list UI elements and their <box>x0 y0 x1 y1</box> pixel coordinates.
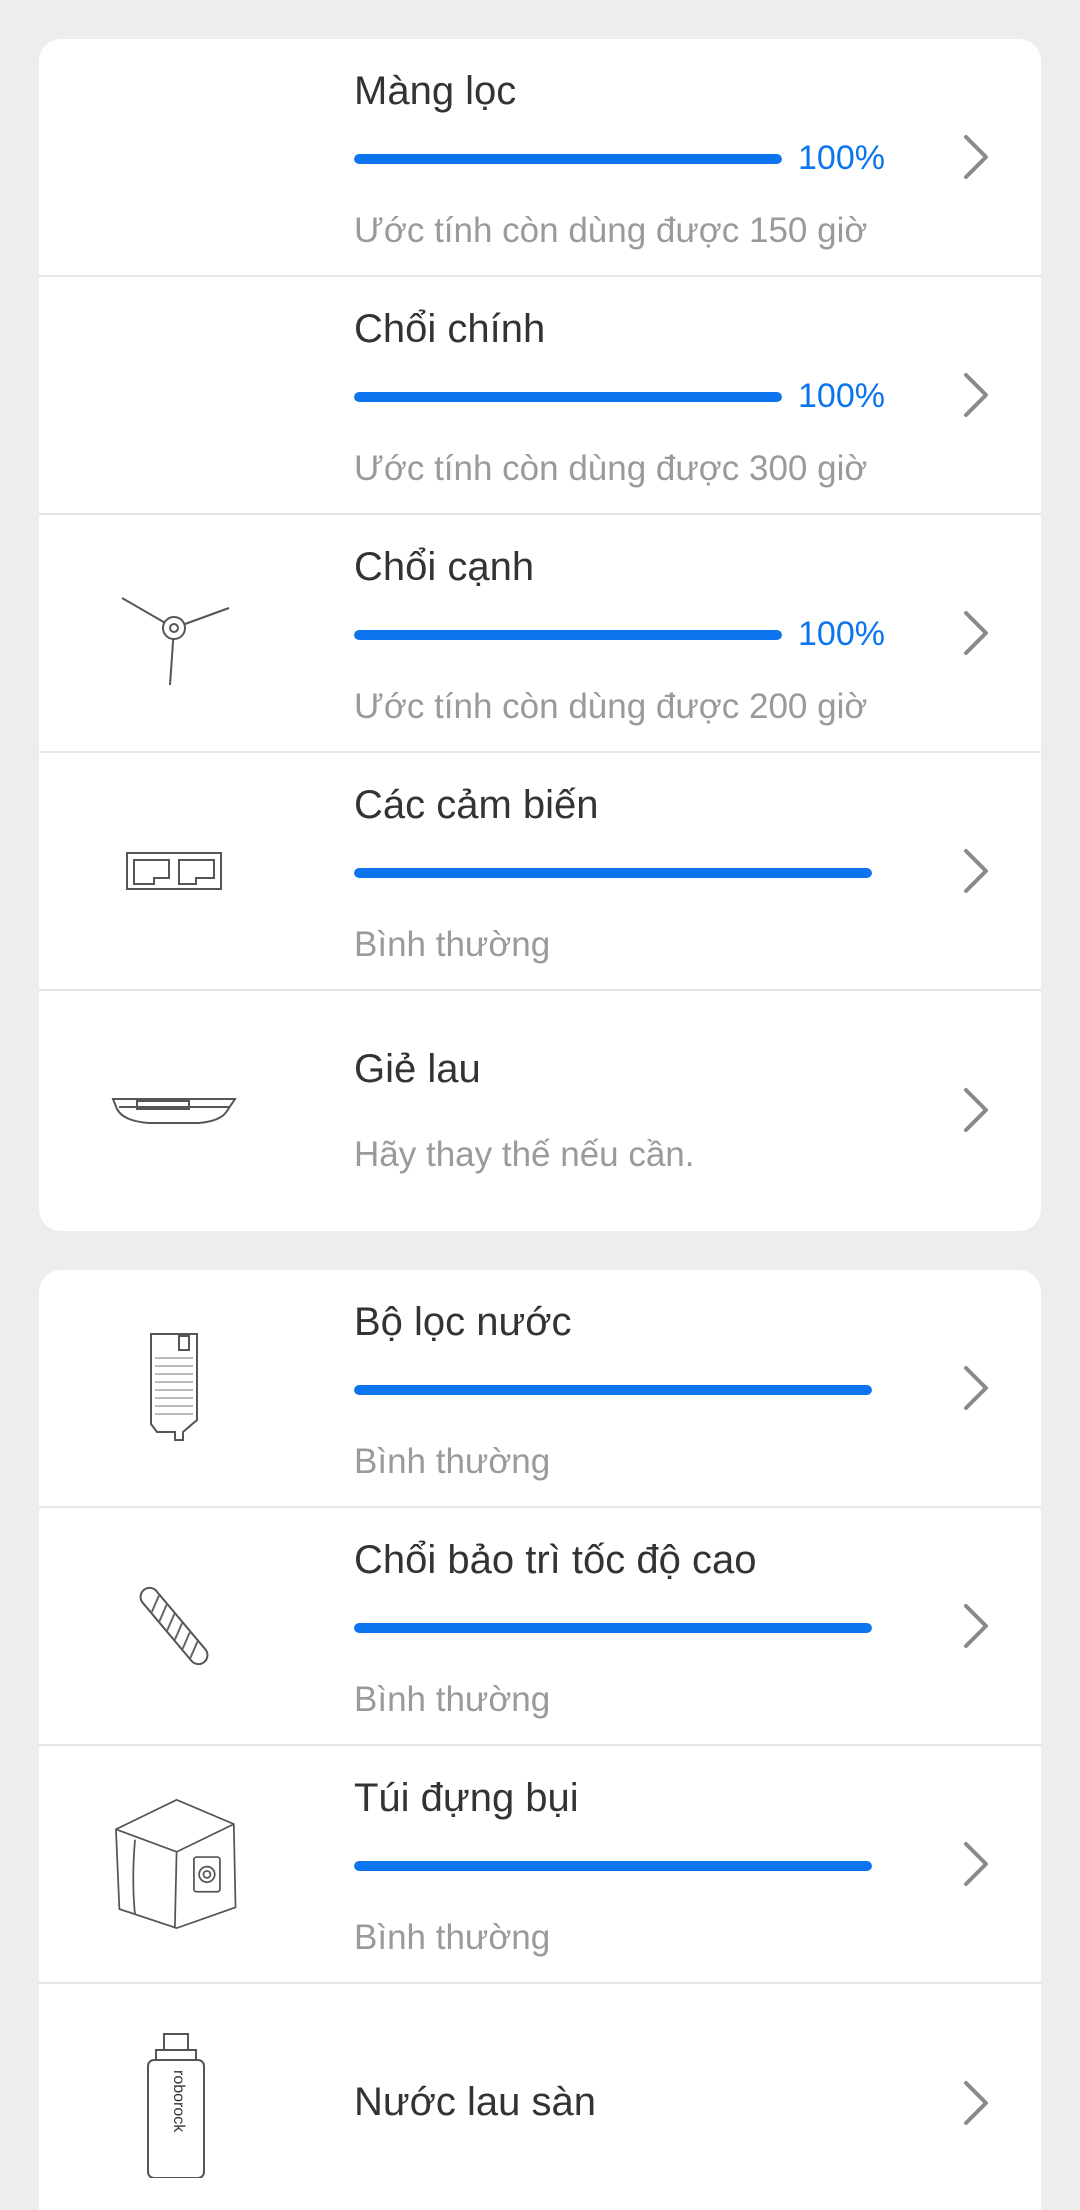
item-subtitle: Ước tính còn dùng được 200 giờ <box>354 687 868 726</box>
chevron-right-icon <box>964 135 988 179</box>
chevron-right-icon <box>964 373 988 417</box>
item-title: Giẻ lau <box>354 1047 481 1091</box>
progress-bar <box>354 1861 872 1871</box>
progress-bar <box>354 154 782 164</box>
progress-bar <box>354 1385 872 1395</box>
chevron-right-icon <box>964 611 988 655</box>
sensor-icon <box>109 796 239 946</box>
item-subtitle: Bình thường <box>354 1680 551 1719</box>
side-brush-icon <box>109 558 239 708</box>
progress-bar <box>354 392 782 402</box>
item-subtitle: Ước tính còn dùng được 150 giờ <box>354 211 868 250</box>
consumable-row-sensors[interactable]: Các cảm biến Bình thường <box>39 753 1041 991</box>
bottle-brand-text: roborock <box>170 2070 187 2133</box>
chevron-right-icon <box>964 849 988 893</box>
item-subtitle: Bình thường <box>354 1918 551 1957</box>
consumable-row-main-brush[interactable]: Chổi chính 100% Ước tính còn dùng được 3… <box>39 277 1041 515</box>
chevron-right-icon <box>964 1088 988 1132</box>
item-title: Chổi chính <box>354 307 546 351</box>
consumables-card-1: Màng lọc 100% Ước tính còn dùng được 150… <box>39 39 1041 1231</box>
maintenance-brush-icon <box>109 1551 239 1701</box>
consumable-row-maintenance-brush[interactable]: Chổi bảo trì tốc độ cao Bình thường <box>39 1508 1041 1746</box>
consumable-row-mop-cloth[interactable]: Giẻ lau Hãy thay thế nếu cần. <box>39 991 1041 1229</box>
filter-icon <box>109 82 239 232</box>
consumable-row-filter[interactable]: Màng lọc 100% Ước tính còn dùng được 150… <box>39 39 1041 277</box>
item-title: Nước lau sàn <box>354 2080 596 2124</box>
consumable-row-side-brush[interactable]: Chổi cạnh 100% Ước tính còn dùng được 20… <box>39 515 1041 753</box>
main-brush-icon <box>109 320 239 470</box>
item-title: Các cảm biến <box>354 783 599 827</box>
progress-bar <box>354 868 872 878</box>
consumable-row-dust-bag[interactable]: Túi đựng bụi Bình thường <box>39 1746 1041 1984</box>
dust-bag-icon <box>109 1789 239 1939</box>
progress-bar <box>354 1623 872 1633</box>
consumable-row-water-filter[interactable]: Bộ lọc nước Bình thường <box>39 1270 1041 1508</box>
floor-cleaner-bottle-icon: roborock <box>109 2028 239 2178</box>
consumable-row-floor-cleaner[interactable]: roborock Nước lau sàn <box>39 1984 1041 2210</box>
percent-label: 100% <box>798 615 885 653</box>
chevron-right-icon <box>964 1366 988 1410</box>
chevron-right-icon <box>964 1604 988 1648</box>
item-title: Chổi bảo trì tốc độ cao <box>354 1538 757 1582</box>
item-title: Túi đựng bụi <box>354 1776 579 1820</box>
item-title: Chổi cạnh <box>354 545 535 589</box>
item-subtitle: Ước tính còn dùng được 300 giờ <box>354 449 868 488</box>
item-subtitle: Hãy thay thế nếu cần. <box>354 1135 695 1174</box>
item-title: Bộ lọc nước <box>354 1300 572 1344</box>
item-subtitle: Bình thường <box>354 925 551 964</box>
chevron-right-icon <box>964 2081 988 2125</box>
chevron-right-icon <box>964 1842 988 1886</box>
percent-label: 100% <box>798 377 885 415</box>
item-subtitle: Bình thường <box>354 1442 551 1481</box>
percent-label: 100% <box>798 139 885 177</box>
consumables-card-2: Bộ lọc nước Bình thường Chổi bảo trì tốc… <box>39 1270 1041 2210</box>
item-title: Màng lọc <box>354 69 517 113</box>
water-filter-icon <box>109 1313 239 1463</box>
mop-cloth-icon <box>109 1035 239 1185</box>
progress-bar <box>354 630 782 640</box>
